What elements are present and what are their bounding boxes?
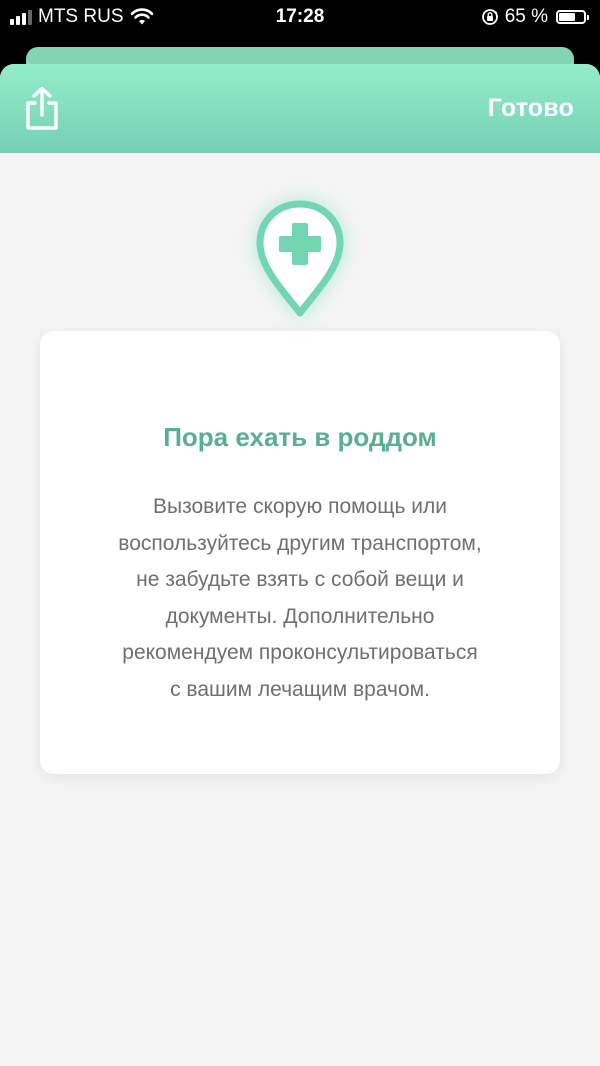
- hospital-location-pin-icon: [256, 200, 344, 317]
- card-body-line: рекомендуем проконсультироваться: [122, 641, 478, 664]
- orientation-lock-icon: [481, 9, 498, 25]
- screen: MTS RUS 17:28 65 % Готово Пора ехать в р…: [0, 0, 600, 1066]
- share-icon: [26, 86, 58, 130]
- info-card: Пора ехать в роддом Вызовите скорую помо…: [40, 331, 560, 774]
- card-body-line: Вызовите скорую помощь или: [152, 495, 448, 518]
- done-button[interactable]: Готово: [488, 94, 574, 123]
- sheet-header: Готово: [0, 64, 600, 153]
- battery-percent: 65 %: [504, 6, 548, 27]
- battery-icon: [556, 10, 589, 24]
- card-body-line: не забудьте взять с собой вещи и: [136, 568, 464, 591]
- card-body-line: документы. Дополнительно: [165, 604, 435, 628]
- status-bar: MTS RUS 17:28 65 %: [0, 0, 600, 34]
- card-body-line: воспользуйтесь другим транспортом,: [118, 531, 482, 555]
- card-body-line: с вашим лечащим врачом.: [170, 677, 430, 701]
- card-title: Пора ехать в роддом: [163, 422, 437, 452]
- status-bar-right: 65 %: [481, 6, 589, 28]
- card-body: Вызовите скорую помощь или воспользуйтес…: [80, 489, 520, 708]
- share-button[interactable]: [22, 86, 62, 132]
